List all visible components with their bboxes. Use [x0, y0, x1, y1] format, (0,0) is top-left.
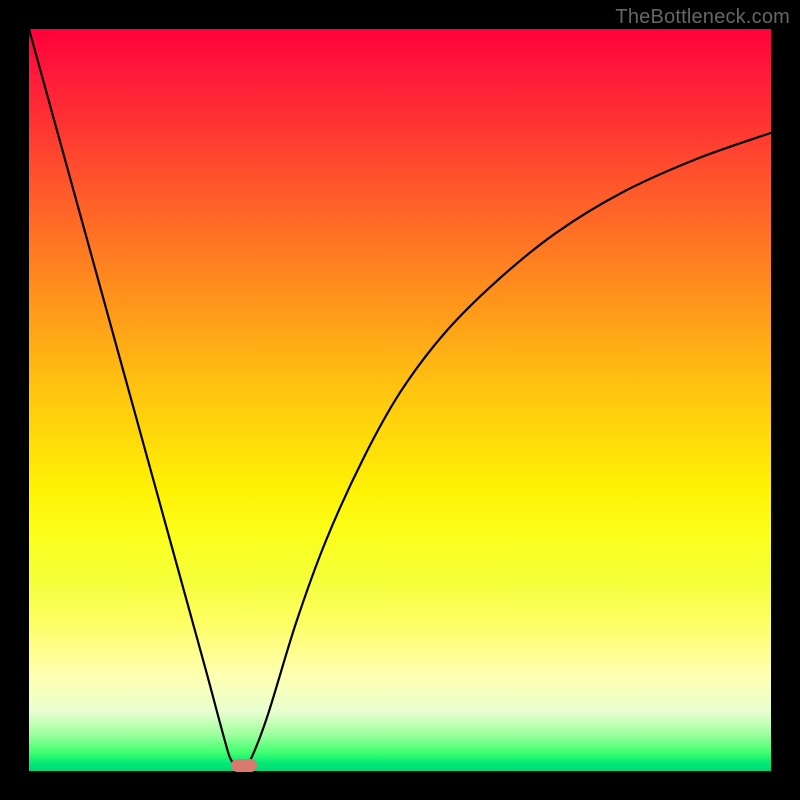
bottleneck-curve — [29, 29, 771, 771]
plot-area — [29, 29, 771, 771]
chart-container: TheBottleneck.com — [0, 0, 800, 800]
watermark-text: TheBottleneck.com — [615, 6, 790, 29]
optimal-marker — [231, 759, 257, 772]
